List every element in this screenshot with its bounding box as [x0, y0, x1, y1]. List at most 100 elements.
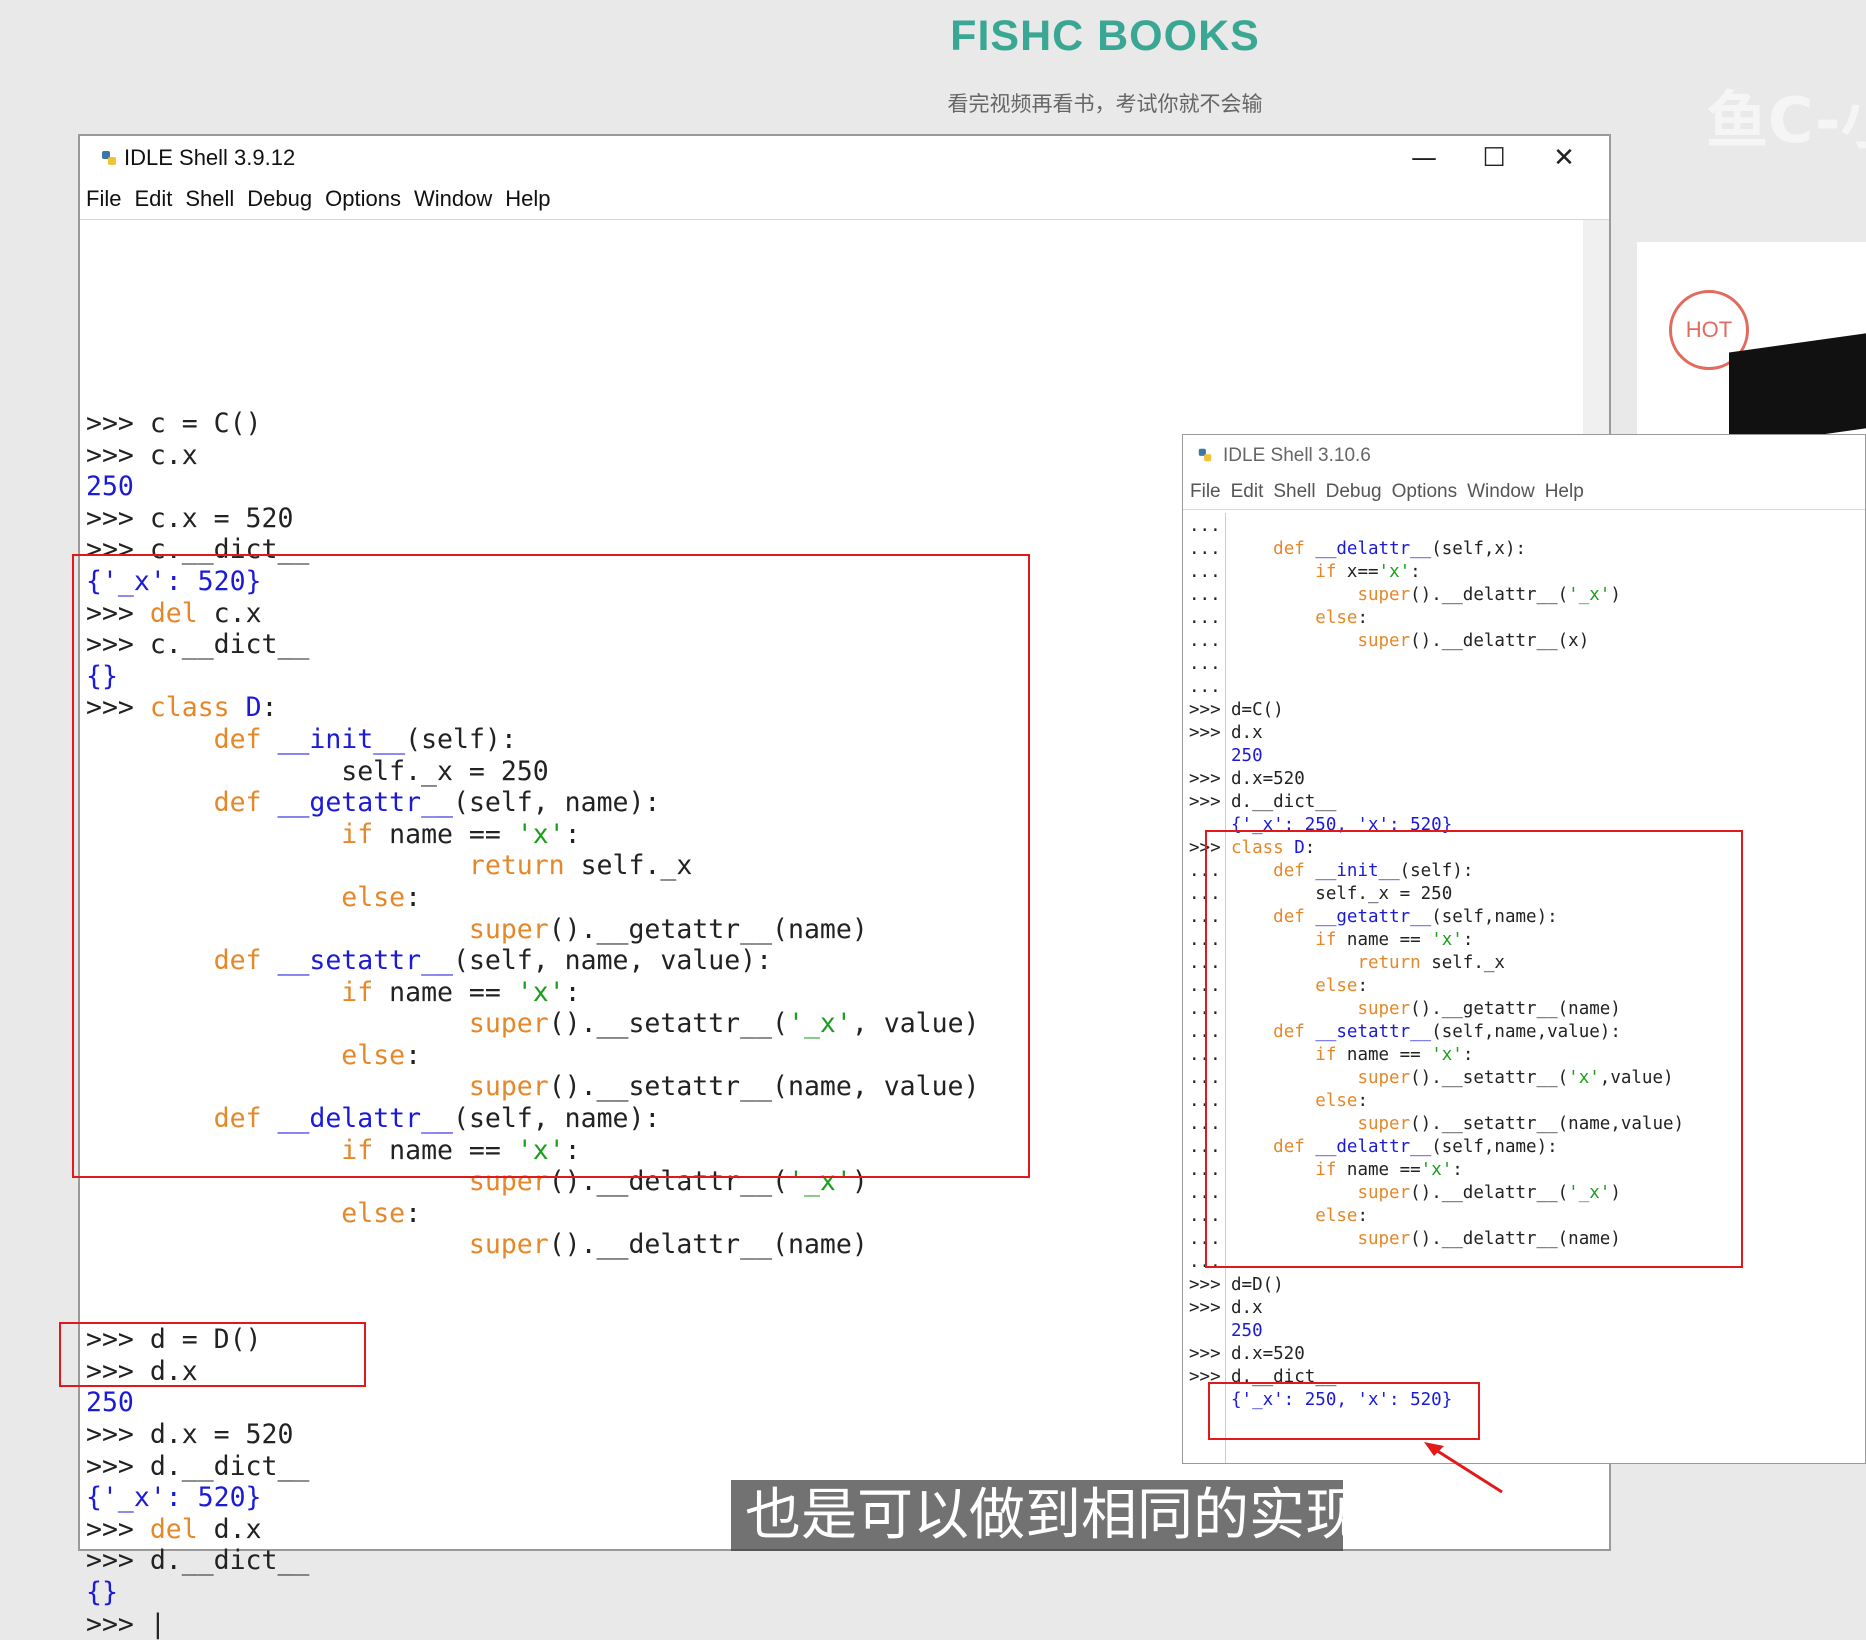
code-token: del — [149, 1513, 198, 1545]
menu-file[interactable]: File — [1190, 481, 1221, 502]
menu-options[interactable]: Options — [325, 186, 401, 211]
prompt-marker: >>> — [1189, 700, 1221, 720]
code-token: def — [1273, 539, 1305, 559]
code-token: ().__delattr__(x) — [1410, 631, 1590, 651]
code-token: ) — [1610, 585, 1621, 605]
code-token: >>> — [86, 1608, 150, 1640]
code-token: else — [1315, 608, 1358, 628]
code-token: d.x — [1231, 723, 1263, 743]
prompt-marker: >>> — [1189, 1275, 1221, 1295]
code-token: '_x' — [1568, 585, 1611, 605]
close-button[interactable]: ✕ — [1529, 138, 1599, 178]
menu-help[interactable]: Help — [505, 186, 550, 211]
brand-title: FISHC BOOKS — [950, 12, 1260, 60]
code-token: {'_x': 520} — [86, 1482, 262, 1514]
code-token: d.x — [1231, 1298, 1263, 1318]
prompt-marker — [1189, 1320, 1221, 1343]
menu-window[interactable]: Window — [414, 186, 492, 211]
menu-debug[interactable]: Debug — [247, 186, 312, 211]
menu-shell[interactable]: Shell — [1273, 481, 1315, 502]
menu-edit[interactable]: Edit — [134, 186, 172, 211]
code-token: super — [468, 1229, 549, 1261]
prompt-marker: ... — [1189, 608, 1221, 628]
prompt-marker: ... — [1189, 585, 1221, 605]
code-token: ().__delattr__(name) — [548, 1229, 868, 1261]
menu-help[interactable]: Help — [1545, 481, 1584, 502]
menu-options[interactable]: Options — [1392, 481, 1457, 502]
menu-edit[interactable]: Edit — [1231, 481, 1264, 502]
code-token: >>> — [86, 1450, 150, 1482]
arrow-icon — [1424, 1442, 1503, 1494]
video-subtitle: 也是可以做到相同的实现 — [731, 1480, 1343, 1551]
code-token: d.__dict__ — [1231, 792, 1337, 812]
code-token: c = C() — [149, 408, 262, 439]
code-token: 250 — [1231, 746, 1263, 766]
code-line: 250 — [1231, 745, 1684, 768]
code-line: 250 — [86, 1387, 979, 1419]
python-icon — [102, 151, 116, 165]
book-image — [1729, 331, 1866, 448]
menu-file[interactable]: File — [86, 186, 121, 211]
code-line: def __delattr__(self,x): — [1231, 538, 1684, 561]
code-token: 250 — [86, 471, 134, 503]
code-token: {} — [86, 1576, 118, 1608]
highlight-dict-right — [1208, 1382, 1480, 1440]
code-token: ().__delattr__( — [1410, 585, 1569, 605]
code-line: >>> c.x — [86, 440, 979, 472]
highlight-class-left — [72, 554, 1030, 1178]
code-token: d.__dict__ — [149, 1450, 310, 1482]
code-line: d=C() — [1231, 699, 1684, 722]
prompt-marker: ... — [1189, 516, 1221, 536]
code-token: d.x=520 — [1231, 1344, 1305, 1364]
code-line: >>> d.__dict__ — [86, 1451, 979, 1483]
code-token: : — [1357, 608, 1368, 628]
promo-card[interactable]: HOT — [1637, 242, 1866, 448]
code-token: c.x = 520 — [149, 502, 294, 534]
code-line: d.__dict__ — [1231, 791, 1684, 814]
code-token: super — [1357, 631, 1411, 651]
code-token: d.x — [197, 1513, 262, 1545]
code-line: >>> c = C() — [86, 408, 979, 440]
code-line: d.x — [1231, 722, 1684, 745]
minimize-button[interactable]: — — [1389, 138, 1459, 178]
code-line: d=D() — [1231, 1274, 1684, 1297]
maximize-button[interactable]: ☐ — [1459, 138, 1529, 178]
prompt-marker: ... — [1189, 677, 1221, 697]
code-line: if x=='x': — [1231, 561, 1684, 584]
menu-bar: File Edit Shell Debug Options Window Help — [1190, 481, 1594, 503]
menu-shell[interactable]: Shell — [185, 186, 234, 211]
prompt-marker: >>> — [1189, 769, 1221, 789]
code-token: 250 — [1231, 1321, 1263, 1341]
code-token: d.x=520 — [1231, 769, 1305, 789]
prompt-marker: ... — [1189, 654, 1221, 674]
highlight-class-right — [1205, 830, 1743, 1268]
code-token: d.__dict__ — [149, 1545, 310, 1577]
code-line: >>> c.x = 520 — [86, 503, 979, 535]
code-line: >>> d.x = 520 — [86, 1419, 979, 1451]
prompt-marker: >>> — [1189, 723, 1221, 743]
python-icon — [1198, 448, 1212, 462]
code-token: >>> — [86, 1545, 150, 1577]
highlight-dict-left — [59, 1322, 366, 1387]
prompt-marker — [1189, 745, 1221, 768]
menu-divider — [80, 219, 1609, 220]
code-token: >>> — [86, 502, 150, 534]
menu-window[interactable]: Window — [1467, 481, 1535, 502]
prompt-marker: >>> — [1189, 1344, 1221, 1364]
code-line: else: — [1231, 607, 1684, 630]
code-line: super().__delattr__('_x') — [1231, 584, 1684, 607]
code-token: super — [1357, 585, 1411, 605]
code-line: d.x=520 — [1231, 768, 1684, 791]
menu-debug[interactable]: Debug — [1326, 481, 1382, 502]
code-line: 250 — [86, 471, 979, 503]
